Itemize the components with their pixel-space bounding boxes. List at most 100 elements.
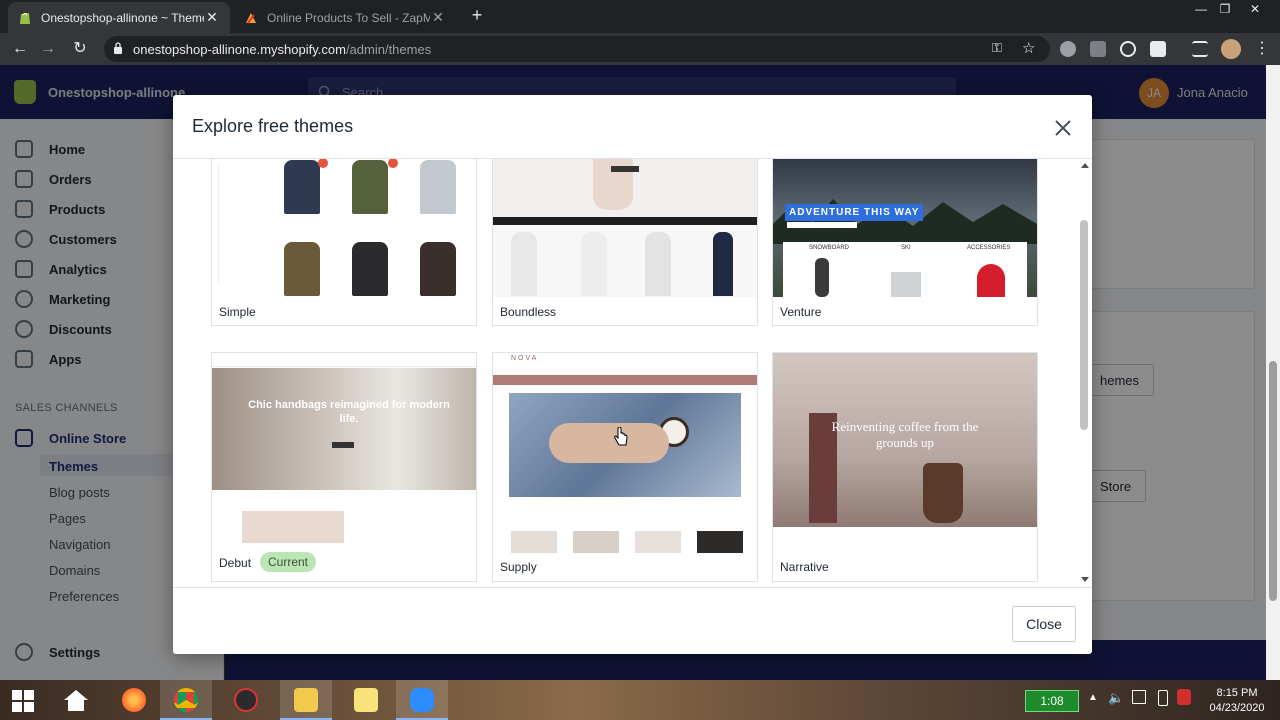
url-text: onestopshop-allinone.myshopify.com/admin… [133,42,431,57]
clock-time: 8:15 PM [1216,687,1258,699]
theme-card-debut[interactable]: Chic handbags reimagined for modern life… [211,352,477,582]
preview-category: ACCESSORIES [967,245,1011,251]
scroll-up-icon[interactable] [1081,163,1089,168]
theme-name: Narrative [780,560,829,574]
firefox-icon [122,688,146,712]
network-icon[interactable] [1132,690,1146,704]
theme-name: Venture [780,305,822,319]
notes-icon [354,688,378,712]
address-bar[interactable]: onestopshop-allinone.myshopify.com/admin… [104,36,1050,62]
current-badge: Current [260,552,317,572]
theme-preview-image: ADVENTURE THIS WAY SNOWBOARD SKI ACCESSO… [773,159,1037,297]
preview-button [611,166,639,172]
chevron-up-icon[interactable]: ▲ [1088,692,1098,703]
tab-title: Online Products To Sell - ZapMe [267,10,430,25]
tab-close-icon[interactable]: ✕ [204,9,220,26]
taskbar-firefox[interactable] [108,680,160,720]
windows-taskbar: ▲ 🔈 [0,680,1280,720]
zapme-icon [246,12,256,24]
sale-badge [318,159,328,168]
lock-icon [114,42,122,54]
battery-icon[interactable] [1158,690,1168,706]
tab-themes[interactable]: Onestopshop-allinone ~ Themes ✕ [8,2,230,33]
volume-icon[interactable]: 🔈 [1108,690,1124,706]
preview-jacket [284,160,320,214]
preview-headline: Chic handbags reimagined for modern life… [248,399,450,425]
reload-icon[interactable]: ↻ [70,39,90,59]
tab-close-icon[interactable]: ✕ [430,9,446,26]
home-icon[interactable] [62,688,90,712]
preview-model [645,232,671,296]
close-icon[interactable] [1051,116,1075,140]
scrollbar-thumb[interactable] [1269,361,1277,601]
theme-card-supply[interactable]: NOVA Supply [492,352,758,582]
taskbar-zoom[interactable] [396,680,448,720]
clock-date: 04/23/2020 [1209,702,1265,714]
preview-sweater [420,242,456,296]
taskbar-file-explorer[interactable] [280,680,332,720]
preview-category: SNOWBOARD [809,245,850,251]
preview-product-image [697,531,743,553]
theme-preview-image [212,159,476,297]
explore-themes-modal: Explore free themes Simple Boundless ADV… [173,95,1092,654]
theme-name: Simple [219,305,256,319]
preview-hoodie [420,160,456,214]
windows-start-icon[interactable] [12,690,34,712]
preview-hand [549,423,669,463]
page-scrollbar[interactable] [1266,65,1280,680]
theme-preview-image: Chic handbags reimagined for modern life… [212,353,476,543]
preview-category-strip: SNOWBOARD SKI ACCESSORIES [783,242,1027,297]
tab-zapme[interactable]: Online Products To Sell - ZapMe ✕ [234,2,456,33]
theme-card-simple[interactable]: Simple [211,159,477,326]
taskbar-sticky-notes[interactable] [340,680,392,720]
preview-menu [218,164,240,284]
extension-icon[interactable] [1090,41,1106,57]
recording-timer[interactable]: 1:08 [1025,690,1079,712]
reading-list-icon[interactable] [1192,41,1208,57]
scrollbar-thumb[interactable] [1080,220,1088,430]
taskbar-chrome[interactable] [160,680,212,720]
menu-icon[interactable]: ⋮ [1252,39,1272,59]
new-tab-icon[interactable]: + [462,6,492,24]
taskbar-app[interactable] [220,680,272,720]
star-icon[interactable]: ☆ [1022,39,1035,57]
preview-carafe [923,463,963,523]
forward-icon[interactable]: → [38,39,58,59]
themes-grid: Simple Boundless ADVENTURE THIS WAY SNOW… [173,158,1092,588]
system-clock[interactable]: 8:15 PM 04/23/2020 [1200,686,1274,716]
preview-beanie [977,264,1005,297]
preview-snowboard [815,258,829,297]
theme-card-narrative[interactable]: Reinventing coffee from the grounds up N… [772,352,1038,582]
key-icon[interactable]: ⚿ [992,40,1002,56]
folder-icon [294,688,318,712]
notification-app-icon[interactable] [1177,689,1191,705]
theme-card-boundless[interactable]: Boundless [492,159,758,326]
window-close-icon[interactable]: ✕ [1240,0,1270,18]
extension-icon[interactable] [1060,41,1076,57]
close-button[interactable]: Close [1012,606,1076,642]
extension-icon[interactable] [1120,41,1136,57]
preview-jacket [284,242,320,296]
tab-title: Onestopshop-allinone ~ Themes [41,10,204,25]
hand-cursor-icon [614,427,628,446]
theme-name: Debut [219,556,252,570]
preview-coat [352,242,388,296]
preview-banner: ADVENTURE THIS WAY [785,204,924,221]
chrome-icon [174,688,198,712]
restore-icon[interactable]: ❐ [1210,0,1240,18]
zoom-icon [410,688,434,712]
url-path: /admin/themes [345,42,432,57]
app-w-icon [234,688,258,712]
theme-name: Supply [500,560,537,574]
back-icon[interactable]: ← [10,39,30,59]
scroll-down-icon[interactable] [1081,577,1089,582]
preview-button [332,442,354,448]
modal-scrollbar[interactable] [1076,158,1092,588]
theme-name: Boundless [500,305,557,319]
extension-icon[interactable] [1150,41,1166,57]
preview-product-image [573,531,619,553]
profile-avatar[interactable] [1221,39,1241,59]
theme-card-venture[interactable]: ADVENTURE THIS WAY SNOWBOARD SKI ACCESSO… [772,159,1038,326]
preview-model [511,232,537,296]
preview-product-image [511,531,557,553]
